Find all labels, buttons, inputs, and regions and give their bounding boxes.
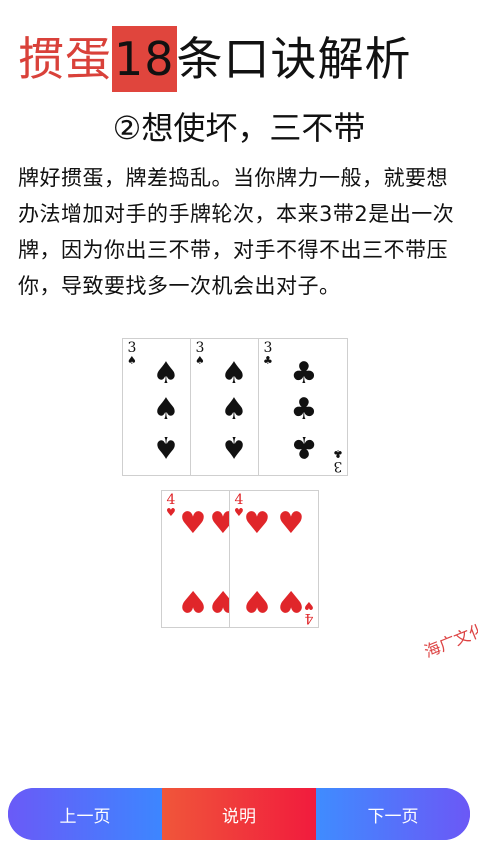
spade-pip-icon: ♠ — [220, 356, 248, 391]
heart-pip-icon: ♥ — [277, 506, 305, 541]
card-index: 3 ♠ — [127, 340, 137, 367]
card-index-bottom: 4 ♥ — [304, 599, 314, 626]
card-index: 4 ♥ — [166, 492, 176, 519]
heart-pip-icon: ♥ — [243, 583, 271, 618]
spade-pip-icon: ♠ — [152, 429, 180, 464]
club-pip-icon: ♣ — [290, 356, 318, 391]
card-index: 3 ♠ — [195, 340, 205, 367]
spade-pip-icon: ♠ — [220, 392, 248, 427]
playing-card-4-hearts-b: 4 ♥ ♥ ♥ ♥ ♥ 4 ♥ — [229, 490, 319, 628]
card-index: 3 ♣ — [263, 340, 273, 367]
playing-card-3-clubs: 3 ♣ ♣ ♣ ♣ 3 ♣ — [258, 338, 348, 476]
previous-page-button[interactable]: 上一页 — [8, 788, 162, 840]
watermark-text: 海广文化 — [421, 619, 478, 662]
page-title: 掼蛋18条口诀解析 — [18, 26, 412, 96]
club-pip-icon: ♣ — [290, 392, 318, 427]
title-part1: 掼蛋 — [18, 32, 112, 86]
explanation-paragraph: 牌好掼蛋，牌差捣乱。当你牌力一般，就要想办法增加对手的手牌轮次，本来3带2是出一… — [18, 166, 455, 298]
next-page-button[interactable]: 下一页 — [316, 788, 470, 840]
spade-pip-icon: ♠ — [152, 356, 180, 391]
help-button[interactable]: 说明 — [162, 788, 316, 840]
heart-pip-icon: ♥ — [179, 506, 207, 541]
club-pip-icon: ♣ — [290, 429, 318, 464]
bottom-navigation-bar: 上一页 说明 下一页 — [8, 788, 470, 840]
section-subtitle: ②想使坏，三不带 — [112, 109, 366, 147]
heart-pip-icon: ♥ — [243, 506, 271, 541]
card-index-bottom: 3 ♣ — [333, 447, 343, 474]
spade-pip-icon: ♠ — [220, 429, 248, 464]
heart-pip-icon: ♥ — [179, 583, 207, 618]
heart-pip-icon: ♥ — [277, 583, 305, 618]
title-badge-number: 18 — [112, 26, 177, 92]
spade-pip-icon: ♠ — [152, 392, 180, 427]
title-part2: 条口诀解析 — [176, 32, 412, 86]
